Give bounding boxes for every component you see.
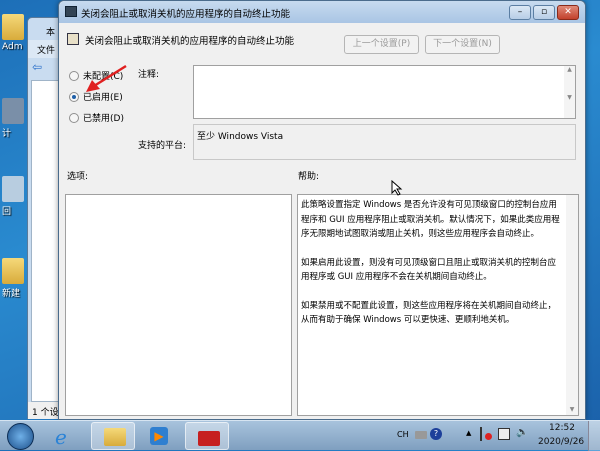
- status-bar-text: 1 个设: [32, 408, 59, 418]
- comment-textarea[interactable]: ▲ ▼: [193, 65, 576, 119]
- media-player-icon: ▶: [150, 427, 168, 445]
- minimize-button[interactable]: –: [509, 5, 531, 20]
- volume-icon[interactable]: 🔈: [516, 427, 528, 438]
- comment-label: 注释:: [138, 70, 160, 80]
- desktop-icon-new-folder[interactable]: 新建: [2, 258, 28, 299]
- desktop-icon-computer[interactable]: 计: [2, 98, 28, 139]
- help-icon[interactable]: ?: [430, 428, 442, 440]
- action-center-flag-icon[interactable]: [480, 427, 492, 441]
- help-paragraph: 此策略设置指定 Windows 是否允许没有可见顶级窗口的控制台应用程序和 GU…: [301, 200, 560, 239]
- desktop-icon-admin[interactable]: Adm: [2, 14, 28, 52]
- platform-label: 支持的平台:: [138, 141, 187, 151]
- setting-heading: 关闭会阻止或取消关机的应用程序的自动终止功能: [85, 36, 295, 47]
- comment-scrollbar[interactable]: ▲ ▼: [564, 66, 575, 118]
- options-label: 选项:: [67, 172, 89, 182]
- radio-circle: [69, 112, 79, 123]
- platform-box: 至少 Windows Vista: [193, 124, 576, 160]
- start-button[interactable]: [7, 423, 34, 450]
- clock-date[interactable]: 2020/9/26: [538, 437, 584, 447]
- internet-explorer-icon[interactable]: e: [55, 425, 67, 449]
- help-label: 帮助:: [298, 172, 320, 182]
- explorer-title: 本: [46, 28, 56, 38]
- taskbar-media-player[interactable]: ▶: [138, 422, 182, 450]
- clock-time[interactable]: 12:52: [549, 423, 575, 433]
- desktop-icon-label: 新建: [2, 289, 21, 299]
- radio-circle: [69, 70, 79, 81]
- red-arrow-annotation: [86, 64, 127, 92]
- folder-icon: [104, 428, 126, 446]
- keyboard-icon[interactable]: [415, 431, 427, 439]
- desktop-icon-label: Adm: [2, 42, 23, 52]
- options-panel: [65, 194, 292, 416]
- radio-circle: [69, 91, 79, 102]
- close-button[interactable]: ✕: [557, 5, 579, 20]
- back-arrow-icon[interactable]: ⇦: [32, 60, 42, 74]
- recycle-bin-icon: [2, 176, 24, 202]
- policy-dialog: 关闭会阻止或取消关机的应用程序的自动终止功能 – ▫ ✕ 关闭会阻止或取消关机的…: [58, 0, 586, 420]
- maximize-button[interactable]: ▫: [533, 5, 555, 20]
- show-desktop-button[interactable]: [588, 421, 600, 451]
- radio-label: 已禁用(D): [83, 114, 124, 124]
- taskbar-explorer[interactable]: [91, 422, 135, 450]
- language-indicator[interactable]: CH: [397, 430, 409, 439]
- folder-icon: [2, 258, 24, 284]
- help-panel: 此策略设置指定 Windows 是否允许没有可见顶级窗口的控制台应用程序和 GU…: [297, 194, 579, 416]
- help-scrollbar[interactable]: ▼: [566, 195, 578, 415]
- policy-icon: [65, 6, 77, 17]
- network-icon[interactable]: [498, 428, 510, 440]
- menu-file[interactable]: 文件: [37, 43, 55, 56]
- desktop-icon-label: 计: [2, 129, 12, 139]
- mouse-cursor-icon: [391, 180, 403, 196]
- taskbar-policy-editor[interactable]: [185, 422, 229, 450]
- desktop-icon-recycle[interactable]: 回: [2, 176, 28, 217]
- window-title: 关闭会阻止或取消关机的应用程序的自动终止功能: [81, 9, 291, 20]
- previous-setting-button[interactable]: 上一个设置(P): [344, 35, 419, 54]
- taskbar: e ▶ CH ? ▲ 🔈 12:52 2020/9/26: [0, 420, 600, 451]
- help-paragraph: 如果启用此设置，则没有可见顶级窗口且阻止或取消关机的控制台应用程序或 GUI 应…: [301, 257, 557, 283]
- setting-icon: [67, 33, 79, 45]
- computer-icon: [2, 98, 24, 124]
- next-setting-button[interactable]: 下一个设置(N): [425, 35, 500, 54]
- toolbox-icon: [198, 431, 220, 446]
- desktop-icon-label: 回: [2, 207, 12, 217]
- show-hidden-icons[interactable]: ▲: [466, 429, 471, 437]
- platform-value: 至少 Windows Vista: [197, 132, 284, 142]
- title-bar[interactable]: 关闭会阻止或取消关机的应用程序的自动终止功能 – ▫ ✕: [59, 1, 585, 23]
- radio-disabled[interactable]: 已禁用(D): [69, 111, 124, 124]
- folder-icon: [2, 14, 24, 40]
- help-paragraph: 如果禁用或不配置此设置，则这些应用程序将在关机期间自动终止，从而有助于确保 Wi…: [301, 300, 557, 326]
